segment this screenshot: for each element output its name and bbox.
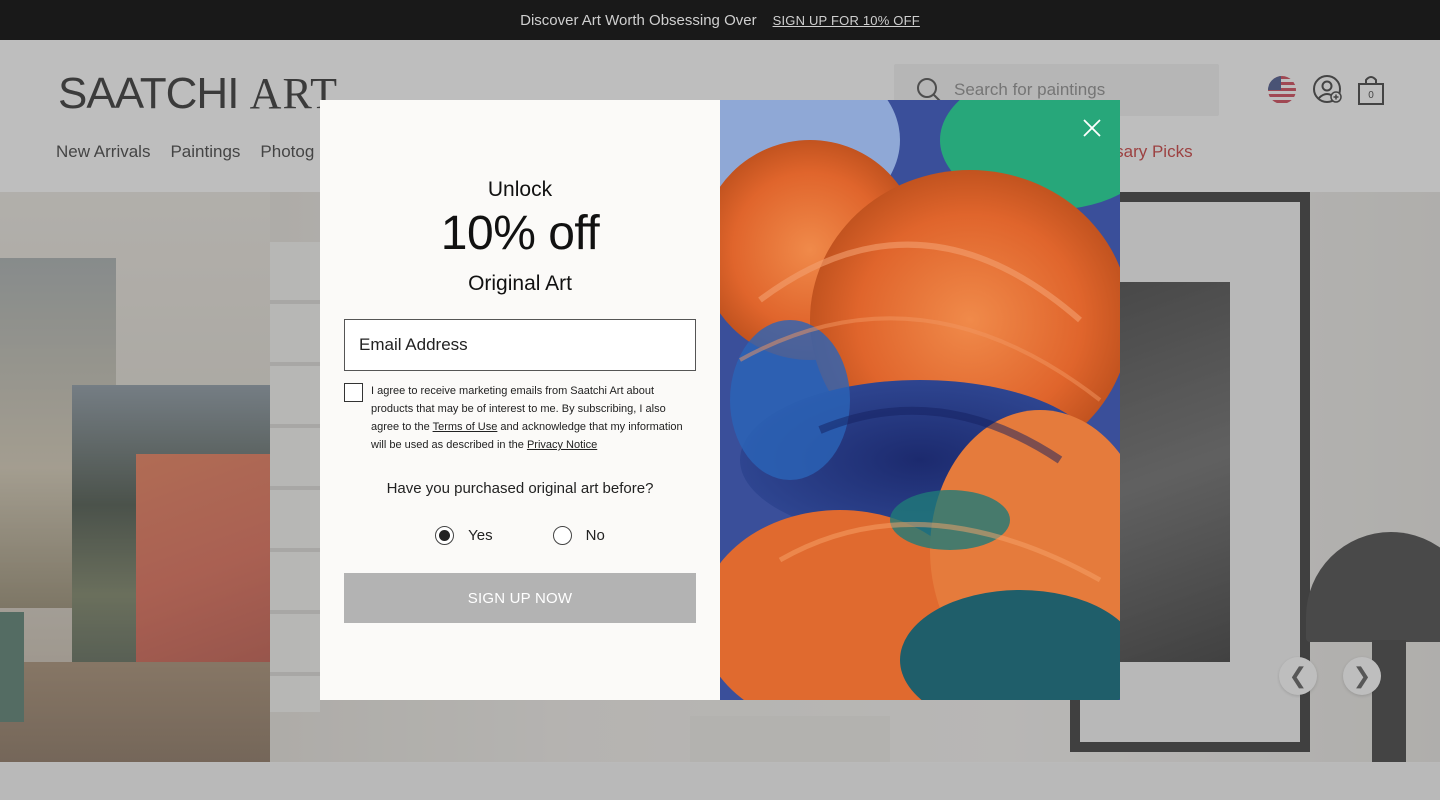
terms-of-use-link[interactable]: Terms of Use: [433, 421, 498, 433]
sign-up-now-button[interactable]: SIGN UP NOW: [344, 573, 696, 623]
radio-yes[interactable]: Yes: [435, 526, 493, 545]
signup-form-panel: Unlock 10% off Original Art I agree to r…: [320, 100, 720, 700]
purchase-question: Have you purchased original art before?: [386, 480, 654, 497]
email-field[interactable]: [344, 319, 696, 371]
radio-yes-label: Yes: [468, 527, 493, 544]
radio-yes-indicator[interactable]: [435, 526, 455, 545]
consent-row: I agree to receive marketing emails from…: [344, 382, 696, 454]
purchase-radio-group: Yes No: [320, 526, 720, 545]
consent-text: I agree to receive marketing emails from…: [371, 382, 696, 454]
consent-checkbox[interactable]: [344, 383, 363, 402]
close-icon[interactable]: [1082, 118, 1102, 138]
privacy-notice-link[interactable]: Privacy Notice: [527, 439, 597, 451]
promo-bar: Discover Art Worth Obsessing Over SIGN U…: [0, 0, 1440, 40]
modal-discount: 10% off: [440, 207, 600, 260]
abstract-painting: [720, 100, 1120, 700]
modal-artwork-image: [720, 100, 1120, 700]
radio-no[interactable]: No: [552, 526, 605, 545]
promo-text: Discover Art Worth Obsessing Over: [520, 11, 757, 29]
signup-modal: Unlock 10% off Original Art I agree to r…: [320, 100, 1120, 700]
promo-signup-link[interactable]: SIGN UP FOR 10% OFF: [773, 13, 920, 28]
radio-no-indicator[interactable]: [552, 526, 572, 545]
modal-heading-unlock: Unlock: [487, 178, 553, 201]
radio-no-label: No: [585, 527, 605, 544]
modal-subtitle: Original Art: [468, 272, 572, 295]
